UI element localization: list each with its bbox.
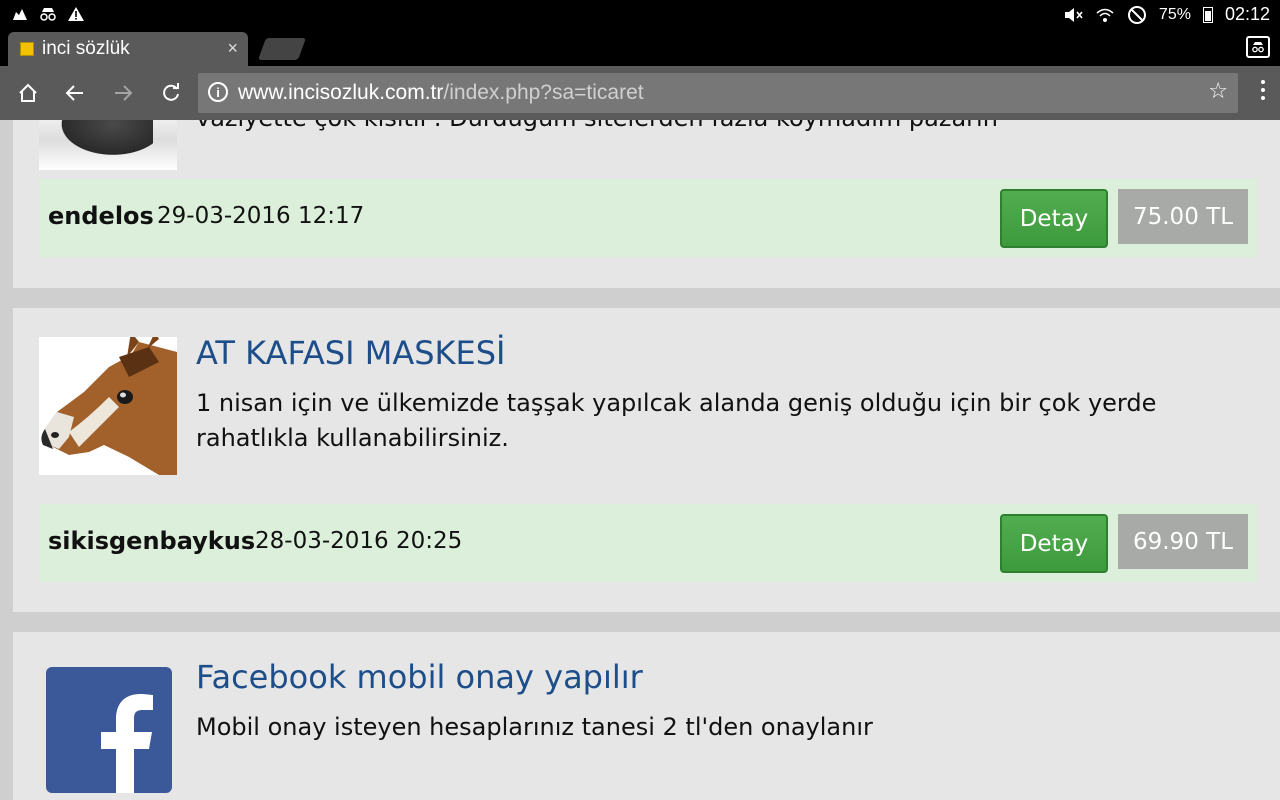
reload-icon[interactable] (156, 78, 186, 108)
app-notification-icon (10, 4, 30, 24)
forward-arrow-icon[interactable] (108, 78, 138, 108)
tab-title: inci sözlük (42, 38, 130, 59)
seller-username[interactable]: sikisgenbaykus (48, 527, 255, 555)
listing-footer: endelos 29-03-2016 12:17 Detay 75.00 TL (39, 179, 1257, 257)
new-tab-button[interactable] (257, 38, 307, 60)
overflow-menu-icon[interactable] (1260, 80, 1266, 100)
browser-toolbar: i www.incisozluk.com.tr/index.php?sa=tic… (0, 66, 1280, 120)
back-arrow-icon[interactable] (60, 78, 90, 108)
notification-icons (10, 4, 86, 24)
listing-footer: sikisgenbaykus 28-03-2016 20:25 Detay 69… (39, 504, 1257, 582)
listing-date: 29-03-2016 12:17 (157, 203, 365, 229)
incognito-notification-icon (38, 4, 58, 24)
listing-thumbnail[interactable] (39, 120, 177, 170)
listing-description: vaziyette çok kısıtlı . Durdugum siteler… (196, 120, 998, 132)
listing-card: AT KAFASI MASKESİ 1 nisan için ve ülkemi… (13, 308, 1280, 612)
address-bar[interactable]: i www.incisozluk.com.tr/index.php?sa=tic… (198, 73, 1238, 113)
home-icon[interactable] (13, 78, 43, 108)
system-status: 75% 02:12 (1063, 4, 1270, 25)
site-favicon-icon (20, 42, 34, 56)
do-not-disturb-icon (1127, 5, 1147, 25)
url-host: www.incisozluk.com.tr (238, 81, 444, 104)
listing-card: Facebook mobil onay yapılır Mobil onay i… (13, 632, 1280, 800)
battery-icon (1202, 6, 1213, 23)
tab-close-icon[interactable]: × (227, 38, 238, 59)
mute-icon (1063, 5, 1083, 25)
status-bar: 75% 02:12 (0, 0, 1280, 28)
tab-strip: inci sözlük × (0, 28, 1280, 66)
detail-button[interactable]: Detay (1000, 189, 1108, 248)
url-text[interactable]: www.incisozluk.com.tr/index.php?sa=ticar… (238, 81, 644, 105)
tab-inci-sozluk[interactable]: inci sözlük × (8, 32, 248, 66)
page-content: vaziyette çok kısıtlı . Durdugum siteler… (0, 120, 1280, 800)
detail-button[interactable]: Detay (1000, 514, 1108, 573)
incognito-tab-switcher-icon[interactable] (1246, 36, 1270, 58)
listing-title[interactable]: AT KAFASI MASKESİ (196, 334, 505, 372)
site-info-icon[interactable]: i (208, 82, 228, 102)
horse-mask-thumbnail[interactable] (39, 337, 177, 475)
clock: 02:12 (1224, 4, 1270, 24)
listing-card: vaziyette çok kısıtlı . Durdugum siteler… (13, 120, 1280, 288)
bookmark-star-icon[interactable]: ☆ (1208, 79, 1228, 104)
battery-percent: 75% (1158, 5, 1191, 23)
warning-icon (66, 4, 86, 24)
facebook-logo-icon[interactable] (46, 667, 172, 793)
listing-description: 1 nisan için ve ülkemizde taşşak yapılca… (196, 389, 1157, 452)
url-path: /index.php?sa=ticaret (443, 81, 644, 104)
listing-date: 28-03-2016 20:25 (255, 528, 463, 554)
price-badge: 75.00 TL (1118, 189, 1248, 244)
wifi-icon (1095, 5, 1115, 25)
listing-title[interactable]: Facebook mobil onay yapılır (196, 658, 643, 696)
price-badge: 69.90 TL (1118, 514, 1248, 569)
seller-username[interactable]: endelos (48, 202, 154, 230)
listing-description: Mobil onay isteyen hesaplarınız tanesi 2… (196, 713, 873, 741)
